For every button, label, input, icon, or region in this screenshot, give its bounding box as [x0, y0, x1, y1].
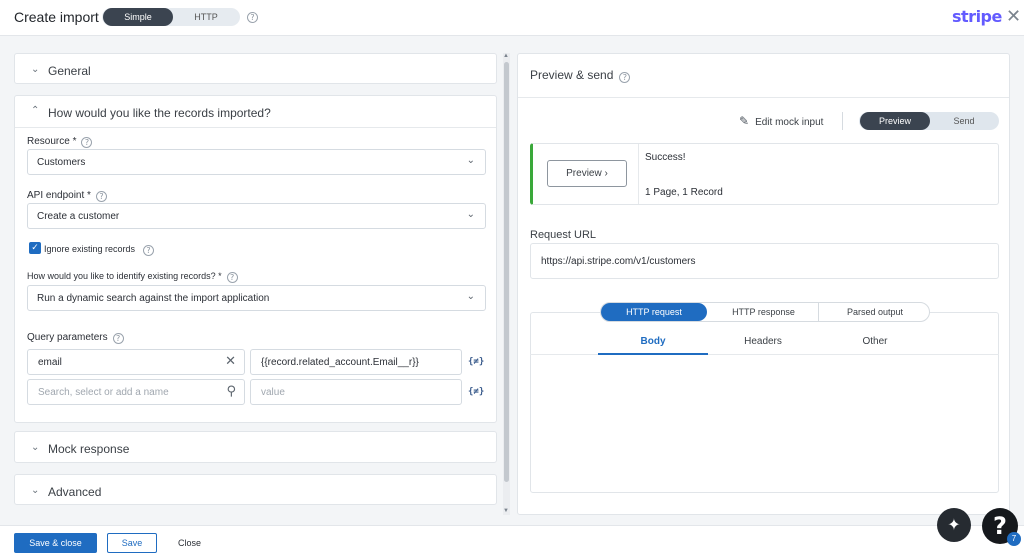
resource-select[interactable]: Customers ⌄	[27, 149, 486, 175]
request-sub-tabs: Body Headers Other	[530, 336, 999, 356]
edit-mock-input-button[interactable]: ✎ Edit mock input	[739, 114, 823, 128]
resource-value: Customers	[37, 157, 86, 168]
help-icon[interactable]: ?	[95, 191, 107, 202]
ai-assistant-icon[interactable]: ✦	[937, 508, 971, 542]
request-url-value: https://api.stripe.com/v1/customers	[541, 256, 696, 267]
mode-option-http[interactable]: HTTP	[172, 8, 240, 26]
scroll-up-icon[interactable]: ▲	[503, 53, 509, 59]
param-value-placeholder: value	[261, 387, 285, 398]
toggle-preview[interactable]: Preview	[860, 112, 930, 130]
preview-panel-title: Preview & send?	[530, 68, 631, 83]
clear-icon[interactable]: ✕	[225, 354, 236, 369]
help-icon[interactable]: ?	[619, 72, 631, 83]
scroll-thumb[interactable]	[504, 62, 509, 482]
preview-button[interactable]: Preview ›	[547, 160, 627, 187]
formula-icon[interactable]: {≠}	[468, 387, 484, 397]
chevron-down-icon: ⌄	[31, 442, 40, 453]
param-name-input[interactable]: email ✕	[27, 349, 245, 375]
status-summary: 1 Page, 1 Record	[645, 187, 723, 198]
endpoint-value: Create a customer	[37, 211, 120, 222]
chevron-down-icon: ⌄	[466, 155, 475, 166]
formula-icon[interactable]: {≠}	[468, 357, 484, 367]
preview-status-card: Preview › Success! 1 Page, 1 Record	[530, 143, 999, 205]
chevron-right-icon: ›	[604, 168, 608, 179]
help-icon[interactable]: ?	[143, 245, 155, 256]
endpoint-label: API endpoint *?	[27, 190, 107, 202]
identify-select[interactable]: Run a dynamic search against the import …	[27, 285, 486, 311]
save-and-close-button[interactable]: Save & close	[14, 533, 97, 553]
general-section[interactable]: ⌄ General	[14, 53, 497, 84]
stripe-logo: stripe	[952, 7, 1002, 26]
request-url-label: Request URL	[530, 229, 597, 241]
close-icon[interactable]: ✕	[1006, 6, 1021, 27]
records-section-label[interactable]: How would you like the records imported?	[48, 106, 271, 120]
param-name-placeholder: Search, select or add a name	[38, 387, 169, 398]
ignore-existing-label: Ignore existing records?	[44, 244, 155, 256]
top-bar: Create import Simple HTTP ? stripe ✕	[0, 0, 1024, 36]
help-icon[interactable]: ?	[226, 272, 238, 283]
save-button[interactable]: Save	[107, 533, 157, 553]
chevron-down-icon: ⌄	[466, 291, 475, 302]
scroll-down-icon[interactable]: ▼	[503, 508, 509, 514]
mode-toggle[interactable]: Simple HTTP	[102, 8, 240, 26]
tab-http-response[interactable]: HTTP response	[709, 303, 819, 321]
mode-option-simple[interactable]: Simple	[103, 8, 173, 26]
chevron-down-icon: ⌄	[31, 485, 40, 496]
identify-label: How would you like to identify existing …	[27, 271, 238, 283]
chevron-down-icon: ⌄	[31, 64, 40, 75]
divider	[638, 144, 639, 204]
general-section-label: General	[48, 64, 91, 78]
param-name-search-input[interactable]: Search, select or add a name ⚲	[27, 379, 245, 405]
param-value-value: {{record.related_account.Email__r}}	[261, 357, 419, 368]
chevron-down-icon: ⌄	[466, 209, 475, 220]
mock-response-label: Mock response	[48, 442, 130, 456]
footer-bar: Save & close Save Close	[0, 525, 1024, 556]
mock-response-section[interactable]: ⌄ Mock response	[14, 431, 497, 463]
divider	[842, 112, 843, 130]
pencil-icon: ✎	[739, 114, 750, 128]
divider	[15, 127, 496, 128]
notification-badge: 7	[1007, 532, 1021, 546]
resource-label: Resource *?	[27, 136, 93, 148]
preview-send-toggle[interactable]: Preview Send	[859, 112, 999, 130]
param-value-input[interactable]: {{record.related_account.Email__r}}	[250, 349, 462, 375]
tab-body[interactable]: Body	[598, 336, 708, 355]
http-tabs: HTTP request HTTP response Parsed output	[600, 302, 930, 322]
query-params-label: Query parameters?	[27, 332, 124, 344]
advanced-label: Advanced	[48, 485, 102, 499]
close-button[interactable]: Close	[178, 538, 201, 548]
divider	[518, 97, 1009, 98]
advanced-section[interactable]: ⌄ Advanced	[14, 474, 497, 505]
param-value-input-empty[interactable]: value	[250, 379, 462, 405]
help-icon[interactable]: ?	[81, 137, 93, 148]
page-title: Create import	[14, 9, 99, 25]
tab-http-request[interactable]: HTTP request	[601, 303, 707, 321]
toggle-send[interactable]: Send	[930, 112, 998, 130]
help-icon[interactable]: ?	[112, 333, 124, 344]
ignore-existing-checkbox[interactable]: ✓	[29, 242, 41, 254]
status-message: Success!	[645, 152, 686, 163]
tab-other[interactable]: Other	[820, 336, 930, 347]
records-section: ⌃ How would you like the records importe…	[14, 95, 497, 423]
search-icon[interactable]: ⚲	[226, 384, 236, 399]
help-icon[interactable]: ?	[247, 12, 258, 23]
endpoint-select[interactable]: Create a customer ⌄	[27, 203, 486, 229]
tab-headers[interactable]: Headers	[708, 336, 818, 347]
param-name-value: email	[38, 357, 62, 368]
chevron-up-icon[interactable]: ⌃	[31, 105, 39, 116]
request-url-field[interactable]: https://api.stripe.com/v1/customers	[530, 243, 999, 279]
left-scrollbar[interactable]: ▲ ▼	[503, 53, 510, 515]
identify-value: Run a dynamic search against the import …	[37, 293, 270, 304]
preview-panel: Preview & send? ✎ Edit mock input Preview…	[517, 53, 1010, 515]
tab-parsed-output[interactable]: Parsed output	[820, 303, 930, 321]
